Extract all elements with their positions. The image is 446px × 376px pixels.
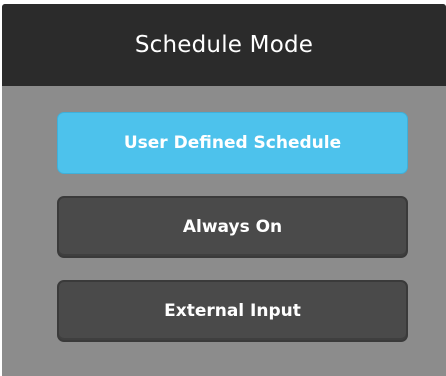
- always-on-button[interactable]: Always On: [57, 196, 408, 258]
- user-defined-schedule-button[interactable]: User Defined Schedule: [57, 112, 408, 174]
- panel-title: Schedule Mode: [2, 4, 446, 86]
- external-input-button[interactable]: External Input: [57, 280, 408, 342]
- schedule-mode-panel: Schedule Mode User Defined Schedule Alwa…: [2, 4, 446, 376]
